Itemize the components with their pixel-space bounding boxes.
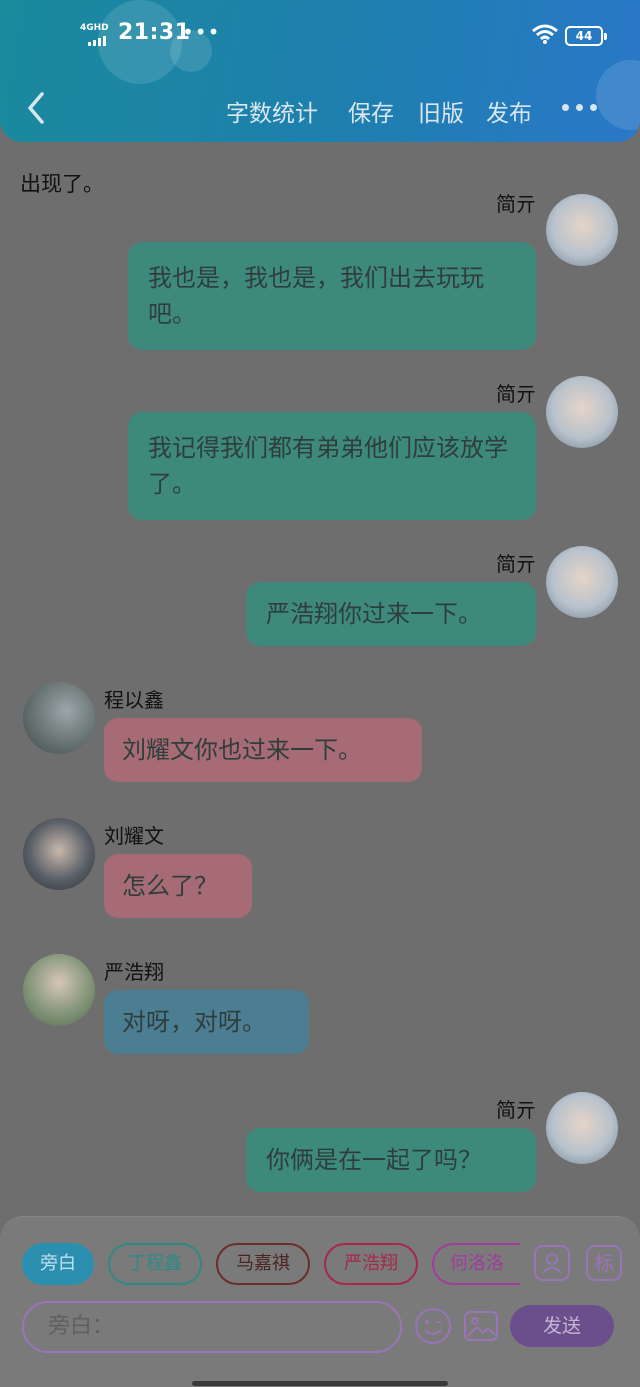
message-bubble[interactable]: 刘耀文你也过来一下。 bbox=[104, 718, 422, 782]
signal-icon bbox=[88, 36, 108, 46]
image-icon[interactable] bbox=[462, 1307, 500, 1345]
avatar[interactable] bbox=[23, 818, 95, 890]
sender-name: 简亓 bbox=[496, 382, 536, 406]
wifi-icon bbox=[532, 24, 558, 44]
narration-text: 出现了。 bbox=[20, 172, 104, 196]
avatar[interactable] bbox=[546, 546, 618, 618]
send-button[interactable]: 发送 bbox=[510, 1305, 614, 1347]
avatar[interactable] bbox=[546, 1092, 618, 1164]
message-bubble[interactable]: 对呀，对呀。 bbox=[104, 990, 309, 1054]
save-button[interactable]: 保存 bbox=[348, 94, 394, 128]
word-count-button[interactable]: 字数统计 bbox=[226, 94, 318, 128]
message-bubble[interactable]: 怎么了？ bbox=[104, 854, 252, 918]
message-input[interactable]: 旁白： bbox=[22, 1301, 402, 1353]
more-menu-icon[interactable] bbox=[562, 104, 598, 112]
message-bubble[interactable]: 我记得我们都有弟弟他们应该放学了。 bbox=[128, 412, 536, 520]
character-chip[interactable]: 马嘉祺 bbox=[216, 1243, 310, 1285]
avatar[interactable] bbox=[546, 194, 618, 266]
character-chip[interactable]: 丁程鑫 bbox=[108, 1243, 202, 1285]
character-chip[interactable]: 严浩翔 bbox=[324, 1243, 418, 1285]
message-bubble[interactable]: 我也是，我也是，我们出去玩玩吧。 bbox=[128, 242, 536, 350]
composer-panel: 旁白 丁程鑫 马嘉祺 严浩翔 何洛洛 标 旁白： 发送 bbox=[0, 1216, 640, 1387]
header-actions: 字数统计 保存 旧版 发布 bbox=[0, 94, 640, 128]
chat-area[interactable]: 出现了。 简亓 我也是，我也是，我们出去玩玩吧。 简亓 我记得我们都有弟弟他们应… bbox=[0, 142, 640, 1218]
avatar[interactable] bbox=[23, 954, 95, 1026]
sender-name: 程以鑫 bbox=[104, 688, 164, 712]
sender-name: 刘耀文 bbox=[104, 824, 164, 848]
message-bubble[interactable]: 严浩翔你过来一下。 bbox=[246, 582, 536, 646]
status-bar: 4GHD 21:31 ••• 44 bbox=[0, 18, 640, 54]
avatar[interactable] bbox=[546, 376, 618, 448]
publish-button[interactable]: 发布 bbox=[486, 94, 532, 128]
sender-name: 简亓 bbox=[496, 1098, 536, 1122]
emoji-icon[interactable] bbox=[414, 1307, 452, 1345]
status-more-dots: ••• bbox=[182, 20, 221, 44]
character-chip[interactable]: 何洛洛 bbox=[432, 1243, 520, 1285]
avatar[interactable] bbox=[23, 682, 95, 754]
network-type: 4GHD bbox=[80, 23, 109, 33]
old-version-button[interactable]: 旧版 bbox=[418, 94, 464, 128]
clock: 21:31 bbox=[118, 20, 191, 45]
tag-button[interactable]: 标 bbox=[586, 1245, 622, 1281]
sender-name: 简亓 bbox=[496, 552, 536, 576]
top-bar: 4GHD 21:31 ••• 44 字数统计 保存 旧版 发布 bbox=[0, 0, 640, 142]
battery-indicator: 44 bbox=[565, 26, 607, 46]
person-icon[interactable] bbox=[534, 1245, 570, 1281]
character-chip-narration[interactable]: 旁白 bbox=[22, 1243, 94, 1285]
sender-name: 简亓 bbox=[496, 192, 536, 216]
message-bubble[interactable]: 你俩是在一起了吗？ bbox=[246, 1128, 536, 1192]
sender-name: 严浩翔 bbox=[104, 960, 164, 984]
home-indicator bbox=[192, 1381, 448, 1386]
